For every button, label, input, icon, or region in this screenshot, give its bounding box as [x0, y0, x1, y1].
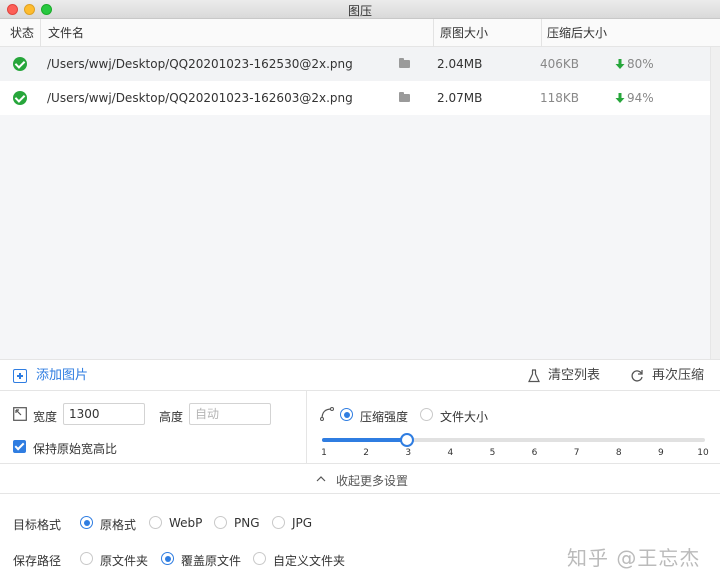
save-radio-original-folder[interactable]: [80, 552, 93, 565]
window-title: 图压: [347, 4, 372, 18]
add-image-label: 添加图片: [36, 368, 89, 383]
width-label: 宽度: [33, 410, 58, 424]
save-option-custom-folder: 自定义文件夹: [273, 554, 346, 568]
compression-slider[interactable]: [322, 433, 705, 447]
original-size: 2.04MB: [437, 57, 483, 71]
slider-tick-label: 4: [447, 448, 454, 458]
watermark: 知乎 @王忘杰: [567, 546, 701, 570]
saving-percent: 80%: [627, 57, 654, 71]
slider-tick-label: 2: [363, 448, 369, 458]
keep-ratio-label: 保持原始宽高比: [33, 442, 118, 456]
recompress-label: 再次压缩: [652, 368, 705, 383]
compressed-size: 406KB: [540, 57, 580, 71]
save-option-overwrite: 覆盖原文件: [181, 554, 242, 568]
column-compressed-size[interactable]: 压缩后大小: [547, 19, 607, 47]
format-option-jpg: JPG: [292, 516, 313, 530]
format-radio-png[interactable]: [214, 516, 227, 529]
column-original-size[interactable]: 原图大小: [440, 19, 488, 47]
resize-icon: [13, 407, 27, 421]
height-label: 高度: [159, 410, 184, 424]
output-settings: [0, 494, 720, 586]
table-row[interactable]: /Users/wwj/Desktop/QQ20201023-162603@2x.…: [0, 81, 710, 115]
success-check-icon: [13, 91, 27, 105]
format-label: 目标格式: [13, 518, 62, 532]
slider-tick-label: 8: [615, 448, 622, 458]
save-radio-custom-folder[interactable]: [253, 552, 266, 565]
collapse-settings-button[interactable]: 收起更多设置: [0, 464, 720, 494]
file-path: /Users/wwj/Desktop/QQ20201023-162530@2x.…: [47, 57, 353, 71]
slider-fill: [322, 438, 408, 442]
compressed-size: 118KB: [540, 91, 580, 105]
saving-percent: 94%: [627, 91, 654, 105]
flask-icon: [528, 369, 540, 383]
format-option-original: 原格式: [100, 518, 137, 532]
curve-icon: [320, 407, 334, 421]
slider-tick-label: 5: [489, 448, 496, 458]
folder-icon[interactable]: [399, 92, 410, 102]
success-check-icon: [13, 57, 27, 71]
plus-icon: [13, 369, 27, 383]
slider-tick-label: 1: [321, 448, 327, 458]
vertical-scrollbar[interactable]: [710, 47, 720, 359]
slider-tick-label: 10: [697, 448, 709, 458]
slider-thumb[interactable]: [400, 433, 415, 447]
title-bar: 图压: [0, 0, 720, 19]
column-status[interactable]: 状态: [10, 19, 34, 47]
format-option-png: PNG: [234, 516, 260, 530]
format-option-webp: WebP: [169, 516, 203, 530]
mode-filesize-radio[interactable]: [420, 408, 433, 421]
format-radio-jpg[interactable]: [272, 516, 285, 529]
arrow-down-icon: [615, 93, 625, 103]
action-bar: 添加图片 清空列表 再次压缩: [0, 359, 720, 391]
collapse-label: 收起更多设置: [336, 474, 409, 488]
mode-strength-label: 压缩强度: [360, 410, 409, 424]
refresh-icon: [631, 370, 643, 382]
slider-tick-label: 6: [531, 448, 538, 458]
save-radio-overwrite[interactable]: [161, 552, 174, 565]
chevron-up-icon: [316, 476, 326, 482]
slider-tick-label: 7: [573, 448, 580, 458]
format-radio-original[interactable]: [80, 516, 93, 529]
keep-ratio-checkbox[interactable]: [13, 440, 26, 453]
column-filename[interactable]: 文件名: [48, 19, 84, 47]
arrow-down-icon: [615, 59, 625, 69]
table-header: 状态 文件名 原图大小 压缩后大小: [0, 19, 720, 47]
height-input[interactable]: 自动: [189, 403, 271, 425]
clear-list-label: 清空列表: [548, 368, 601, 383]
original-size: 2.07MB: [437, 91, 483, 105]
folder-icon[interactable]: [399, 58, 410, 68]
save-option-original-folder: 原文件夹: [100, 554, 149, 568]
slider-tick-label: 3: [405, 448, 412, 458]
save-path-label: 保存路径: [13, 554, 62, 568]
mode-filesize-label: 文件大小: [440, 410, 489, 424]
file-list: /Users/wwj/Desktop/QQ20201023-162530@2x.…: [0, 47, 720, 359]
table-row[interactable]: /Users/wwj/Desktop/QQ20201023-162530@2x.…: [0, 47, 710, 81]
mode-strength-radio[interactable]: [340, 408, 353, 421]
width-input[interactable]: 1300: [63, 403, 145, 425]
format-radio-webp[interactable]: [149, 516, 162, 529]
slider-tick-label: 9: [658, 448, 664, 458]
file-path: /Users/wwj/Desktop/QQ20201023-162603@2x.…: [47, 91, 353, 105]
